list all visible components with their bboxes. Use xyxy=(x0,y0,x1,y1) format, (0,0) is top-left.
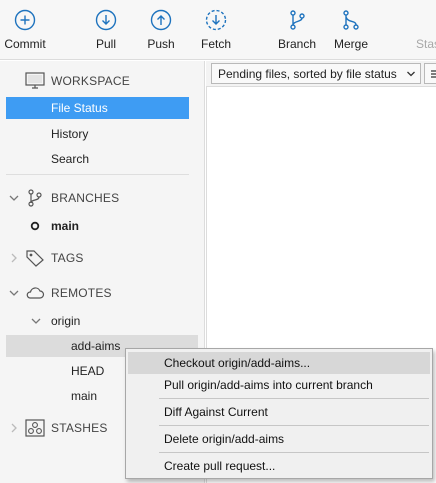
menu-item-delete-remote-branch[interactable]: Delete origin/add-aims xyxy=(128,428,430,450)
menu-item-label: Checkout origin/add-aims... xyxy=(164,356,311,370)
remote-branch-label: main xyxy=(71,389,98,403)
sidebar-item-history[interactable]: History xyxy=(6,123,189,145)
sidebar-item-label: Search xyxy=(51,152,90,166)
stash-label: Stas xyxy=(416,37,436,51)
cloud-icon xyxy=(26,287,45,299)
merge-button[interactable]: Merge xyxy=(330,0,372,60)
context-menu: Checkout origin/add-aims... Pull origin/… xyxy=(125,348,433,479)
sidebar-item-label: File Status xyxy=(51,101,108,115)
section-divider xyxy=(6,174,189,175)
push-label: Push xyxy=(147,37,175,51)
stashes-title: STASHES xyxy=(51,421,108,435)
workspace-header[interactable]: WORKSPACE xyxy=(0,69,205,93)
chevron-down-icon xyxy=(9,195,19,201)
remotes-title: REMOTES xyxy=(51,286,112,300)
fetch-button[interactable]: Fetch xyxy=(196,0,236,60)
branches-title: BRANCHES xyxy=(51,191,120,205)
menu-separator xyxy=(159,452,429,453)
file-filter-dropdown[interactable]: Pending files, sorted by file status xyxy=(211,63,421,84)
commit-button[interactable]: Commit xyxy=(0,0,50,60)
sidebar-item-label: History xyxy=(51,127,89,141)
commit-icon xyxy=(14,9,36,31)
chevron-down-icon xyxy=(31,318,41,324)
monitor-icon xyxy=(25,72,45,89)
view-options-button[interactable] xyxy=(424,63,436,84)
menu-item-pull-into-current[interactable]: Pull origin/add-aims into current branch xyxy=(128,374,430,396)
merge-icon xyxy=(343,10,359,30)
tags-header[interactable]: TAGS xyxy=(0,246,205,270)
tags-title: TAGS xyxy=(51,251,84,265)
fetch-label: Fetch xyxy=(200,37,231,51)
menu-item-label: Pull origin/add-aims into current branch xyxy=(164,378,373,392)
workspace-title: WORKSPACE xyxy=(51,74,130,88)
chevron-down-icon xyxy=(9,290,19,296)
chevron-right-icon xyxy=(11,423,17,433)
file-filter-label: Pending files, sorted by file status xyxy=(218,67,397,81)
remote-branch-label: add-aims xyxy=(71,339,121,353)
list-menu-icon xyxy=(431,70,436,78)
commit-label: Commit xyxy=(4,37,46,51)
menu-item-checkout[interactable]: Checkout origin/add-aims... xyxy=(128,352,430,374)
chevron-down-icon xyxy=(407,71,415,77)
branch-icon xyxy=(28,189,42,207)
remote-branch-label: HEAD xyxy=(71,364,105,378)
branch-icon xyxy=(290,10,305,30)
menu-item-diff-against-current[interactable]: Diff Against Current xyxy=(128,401,430,423)
fetch-icon xyxy=(205,9,227,31)
pull-icon xyxy=(95,9,117,31)
merge-label: Merge xyxy=(333,37,368,51)
stash-button[interactable]: Stas xyxy=(412,0,436,60)
menu-item-create-pull-request[interactable]: Create pull request... xyxy=(128,455,430,477)
branch-button[interactable]: Branch xyxy=(274,0,320,60)
push-icon xyxy=(150,9,172,31)
menu-item-label: Delete origin/add-aims xyxy=(164,432,285,446)
sidebar-item-branch-main[interactable]: main xyxy=(6,215,189,237)
menu-item-label: Create pull request... xyxy=(164,459,276,473)
menu-item-label: Diff Against Current xyxy=(164,405,268,419)
menu-separator xyxy=(159,425,429,426)
branch-main-label: main xyxy=(51,219,80,233)
chevron-right-icon xyxy=(11,253,17,263)
remotes-header[interactable]: REMOTES xyxy=(0,281,205,305)
push-button[interactable]: Push xyxy=(141,0,181,60)
branch-label: Branch xyxy=(277,37,317,51)
filter-bar: Pending files, sorted by file status xyxy=(206,61,436,87)
menu-separator xyxy=(159,398,429,399)
toolbar: Commit Pull Push Fetch Branch Merge Sta xyxy=(0,0,436,60)
stash-icon xyxy=(25,419,45,437)
tag-icon xyxy=(26,250,44,267)
sidebar-item-file-status[interactable]: File Status xyxy=(6,97,189,119)
origin-label: origin xyxy=(51,314,81,328)
branches-header[interactable]: BRANCHES xyxy=(0,186,205,210)
pull-button[interactable]: Pull xyxy=(86,0,126,60)
sidebar-item-origin[interactable]: origin xyxy=(6,310,189,332)
current-branch-icon xyxy=(30,221,40,231)
pull-label: Pull xyxy=(95,37,116,51)
sidebar-item-search[interactable]: Search xyxy=(6,148,189,170)
